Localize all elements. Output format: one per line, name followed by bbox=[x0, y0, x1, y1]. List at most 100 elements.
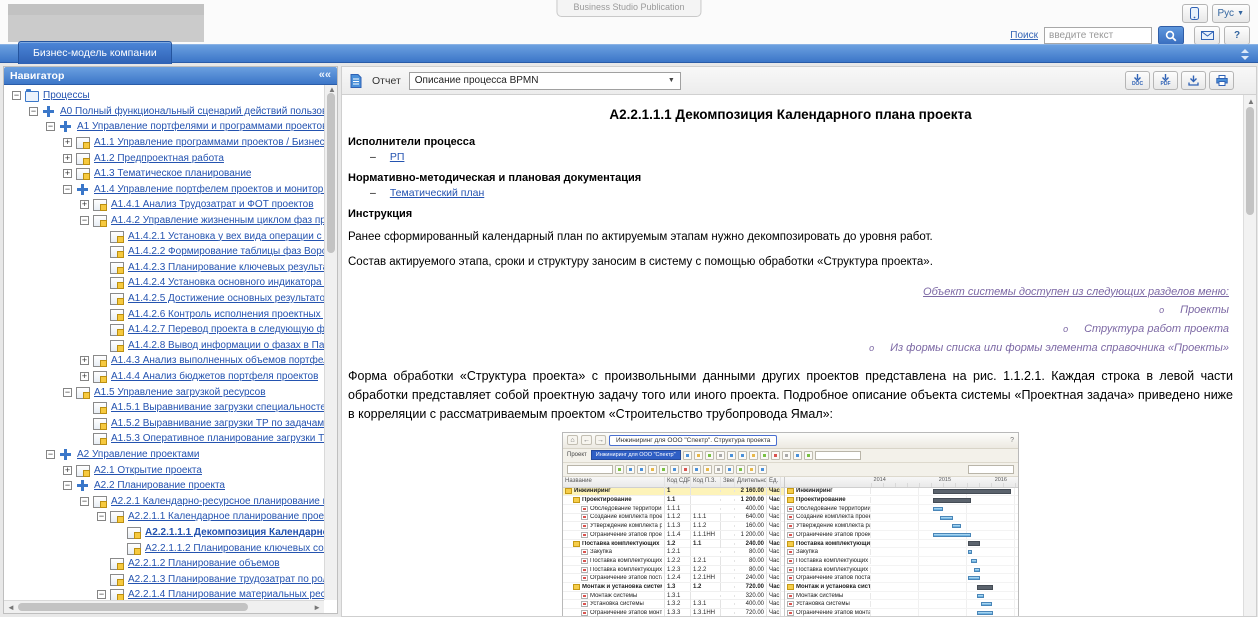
tree-expander-icon[interactable] bbox=[63, 154, 72, 163]
mail-button[interactable] bbox=[1194, 26, 1220, 45]
scroll-left-icon[interactable]: ◄ bbox=[7, 601, 15, 614]
tree-item[interactable]: А2 Управление проектами bbox=[4, 447, 324, 463]
tree-item[interactable]: А1.4.2.1 Установка у вех вида операции с… bbox=[4, 228, 324, 244]
tree-expander-icon[interactable] bbox=[46, 122, 55, 131]
scrollbar-thumb[interactable] bbox=[18, 603, 248, 611]
tree-expander-icon[interactable] bbox=[12, 91, 21, 100]
tree-link[interactable]: А1.4.2.6 Контроль исполнения проектных р… bbox=[128, 309, 324, 320]
export-pdf-button[interactable]: PDF bbox=[1153, 71, 1178, 90]
tree-expander-icon[interactable] bbox=[46, 450, 55, 459]
tree-item[interactable]: А1.4.2.7 Перевод проекта в следующую фаз… bbox=[4, 322, 324, 338]
content-vertical-scrollbar[interactable]: ▲ bbox=[1243, 95, 1256, 616]
tree-item[interactable]: А1.4 Управление портфелем проектов и мон… bbox=[4, 182, 324, 198]
tree-link[interactable]: А2.2.1.2 Планирование объемов bbox=[128, 558, 280, 569]
tree-expander-icon[interactable] bbox=[80, 356, 89, 365]
export-doc-button[interactable]: DOC bbox=[1125, 71, 1150, 90]
performer-link[interactable]: РП bbox=[390, 151, 405, 163]
help-button[interactable]: ? bbox=[1224, 26, 1250, 45]
tree-item[interactable]: А2.2.1.1 Календарное планирование проект… bbox=[4, 509, 324, 525]
tree-expander-icon[interactable] bbox=[63, 388, 72, 397]
tree-item[interactable]: А1.4.2.2 Формирование таблицы фаз Ворот … bbox=[4, 244, 324, 260]
tree-item[interactable]: А1.4.2.3 Планирование ключевых результат… bbox=[4, 260, 324, 276]
tree-expander-icon[interactable] bbox=[63, 481, 72, 490]
tree-link[interactable]: А1.5 Управление загрузкой ресурсов bbox=[94, 387, 266, 398]
tree-link[interactable]: А1.3 Тематическое планирование bbox=[94, 168, 251, 179]
tree-link[interactable]: А2.2.1 Календарно-ресурсное планирование… bbox=[111, 496, 324, 507]
mobile-version-button[interactable] bbox=[1182, 4, 1208, 23]
tree-link[interactable]: А1.4.2.5 Достижение основных результатов… bbox=[128, 293, 324, 304]
tree-item[interactable]: А0 Полный функциональный сценарий действ… bbox=[4, 104, 324, 120]
tree-link[interactable]: А1.4.2.4 Установка основного индикатора … bbox=[128, 277, 324, 288]
tree-link[interactable]: А1.4.2.2 Формирование таблицы фаз Ворот … bbox=[128, 246, 324, 257]
tree-link[interactable]: Процессы bbox=[43, 90, 90, 101]
tree-item[interactable]: А1.4.2.6 Контроль исполнения проектных р… bbox=[4, 306, 324, 322]
tab-scroll-icon[interactable] bbox=[1238, 49, 1250, 60]
tree-link[interactable]: А0 Полный функциональный сценарий действ… bbox=[60, 106, 324, 117]
tree-item[interactable]: А1.4.2 Управление жизненным циклом фаз п… bbox=[4, 213, 324, 229]
tree-item[interactable]: А1.5.3 Оперативное планирование загрузки… bbox=[4, 431, 324, 447]
tree-link[interactable]: А2.2.1.1 Календарное планирование проект… bbox=[128, 511, 324, 522]
scroll-up-icon[interactable]: ▲ bbox=[1247, 95, 1255, 108]
navigator-vertical-scrollbar[interactable]: ▲ bbox=[324, 85, 337, 600]
tree-link[interactable]: А1.4.1 Анализ Трудозатрат и ФОТ проектов bbox=[111, 199, 314, 210]
tree-link[interactable]: А1.2 Предпроектная работа bbox=[94, 153, 224, 164]
tree-expander-icon[interactable] bbox=[97, 512, 106, 521]
tree-item[interactable]: А1.3 Тематическое планирование bbox=[4, 166, 324, 182]
tree-item[interactable]: А1.4.2.8 Вывод информации о фазах в Пане… bbox=[4, 338, 324, 354]
tree-link[interactable]: А1.4 Управление портфелем проектов и мон… bbox=[94, 184, 324, 195]
tree-link[interactable]: А2 Управление проектами bbox=[77, 449, 199, 460]
tree-link[interactable]: А1.4.2.8 Вывод информации о фазах в Пане… bbox=[128, 340, 324, 351]
tree-item[interactable]: А1 Управление портфелями и программами п… bbox=[4, 119, 324, 135]
tree-link[interactable]: А1.1 Управление программами проектов / Б… bbox=[94, 137, 324, 148]
tree-item[interactable]: А1.5.2 Выравнивание загрузки ТР по задач… bbox=[4, 415, 324, 431]
tree-item[interactable]: А1.4.3 Анализ выполненных объемов портфе… bbox=[4, 353, 324, 369]
tree-expander-icon[interactable] bbox=[80, 216, 89, 225]
tree-item[interactable]: А2.1 Открытие проекта bbox=[4, 462, 324, 478]
tree-item[interactable]: А2.2.1 Календарно-ресурсное планирование… bbox=[4, 493, 324, 509]
tree-link[interactable]: А1.4.2 Управление жизненным циклом фаз п… bbox=[111, 215, 324, 226]
search-input[interactable] bbox=[1044, 27, 1152, 44]
tree-item[interactable]: Процессы bbox=[4, 88, 324, 104]
tree-item[interactable]: А1.4.2.5 Достижение основных результатов… bbox=[4, 291, 324, 307]
tree-item[interactable]: А1.2 Предпроектная работа bbox=[4, 150, 324, 166]
tree-link[interactable]: А1.5.2 Выравнивание загрузки ТР по задач… bbox=[111, 418, 324, 429]
collapse-panel-icon[interactable]: «« bbox=[319, 70, 331, 81]
tree-item[interactable]: А1.4.1 Анализ Трудозатрат и ФОТ проектов bbox=[4, 197, 324, 213]
download-button[interactable] bbox=[1181, 71, 1206, 90]
tree-link[interactable]: А2.2.1.1.2 Планирование ключевых событий… bbox=[145, 543, 324, 554]
tree-item[interactable]: А2.2.1.3 Планирование трудозатрат по рол… bbox=[4, 571, 324, 587]
tree-item[interactable]: А2.2.1.4 Планирование материальных ресур… bbox=[4, 587, 324, 600]
scrollbar-thumb[interactable] bbox=[1246, 107, 1254, 215]
language-dropdown[interactable]: Рус ▼ bbox=[1212, 4, 1251, 23]
tree-item[interactable]: А2.2.1.1.1 Декомпозиция Календарного пла… bbox=[4, 525, 324, 541]
report-type-select[interactable]: Описание процесса BPMN ▼ bbox=[409, 72, 681, 90]
tree-expander-icon[interactable] bbox=[80, 200, 89, 209]
tree-link[interactable]: А2.1 Открытие проекта bbox=[94, 465, 202, 476]
tree-item[interactable]: А1.4.2.4 Установка основного индикатора … bbox=[4, 275, 324, 291]
tab-business-model[interactable]: Бизнес-модель компании bbox=[18, 41, 172, 64]
tree-item[interactable]: А1.1 Управление программами проектов / Б… bbox=[4, 135, 324, 151]
tree-expander-icon[interactable] bbox=[63, 138, 72, 147]
tree-link[interactable]: А1.4.4 Анализ бюджетов портфеля проектов bbox=[111, 371, 318, 382]
tree-link[interactable]: А1.4.3 Анализ выполненных объемов портфе… bbox=[111, 355, 324, 366]
tree-expander-icon[interactable] bbox=[80, 497, 89, 506]
navigator-horizontal-scrollbar[interactable]: ◄ ► bbox=[4, 600, 324, 613]
tree-expander-icon[interactable] bbox=[80, 372, 89, 381]
tree-link[interactable]: А2.2.1.1.1 Декомпозиция Календарного пла… bbox=[145, 527, 324, 538]
tree-link[interactable]: А2.2.1.3 Планирование трудозатрат по рол… bbox=[128, 574, 324, 585]
tree-item[interactable]: А1.5.1 Выравнивание загрузки специальнос… bbox=[4, 400, 324, 416]
print-button[interactable] bbox=[1209, 71, 1234, 90]
tree-expander-icon[interactable] bbox=[63, 466, 72, 475]
tree-link[interactable]: А1.4.2.1 Установка у вех вида операции с… bbox=[128, 231, 324, 242]
tree-link[interactable]: А1.5.1 Выравнивание загрузки специальнос… bbox=[111, 402, 324, 413]
tree-link[interactable]: А1.4.2.7 Перевод проекта в следующую фаз… bbox=[128, 324, 324, 335]
tree-link[interactable]: А1 Управление портфелями и программами п… bbox=[77, 121, 324, 132]
tree-expander-icon[interactable] bbox=[63, 169, 72, 178]
document-link[interactable]: Тематический план bbox=[390, 187, 484, 199]
tree-item[interactable]: А1.4.4 Анализ бюджетов портфеля проектов bbox=[4, 369, 324, 385]
scrollbar-thumb[interactable] bbox=[327, 93, 335, 253]
tree-item[interactable]: А1.5 Управление загрузкой ресурсов bbox=[4, 384, 324, 400]
tree-expander-icon[interactable] bbox=[29, 107, 38, 116]
tree-item[interactable]: А2.2 Планирование проекта bbox=[4, 478, 324, 494]
tree-link[interactable]: А1.5.3 Оперативное планирование загрузки… bbox=[111, 433, 324, 444]
